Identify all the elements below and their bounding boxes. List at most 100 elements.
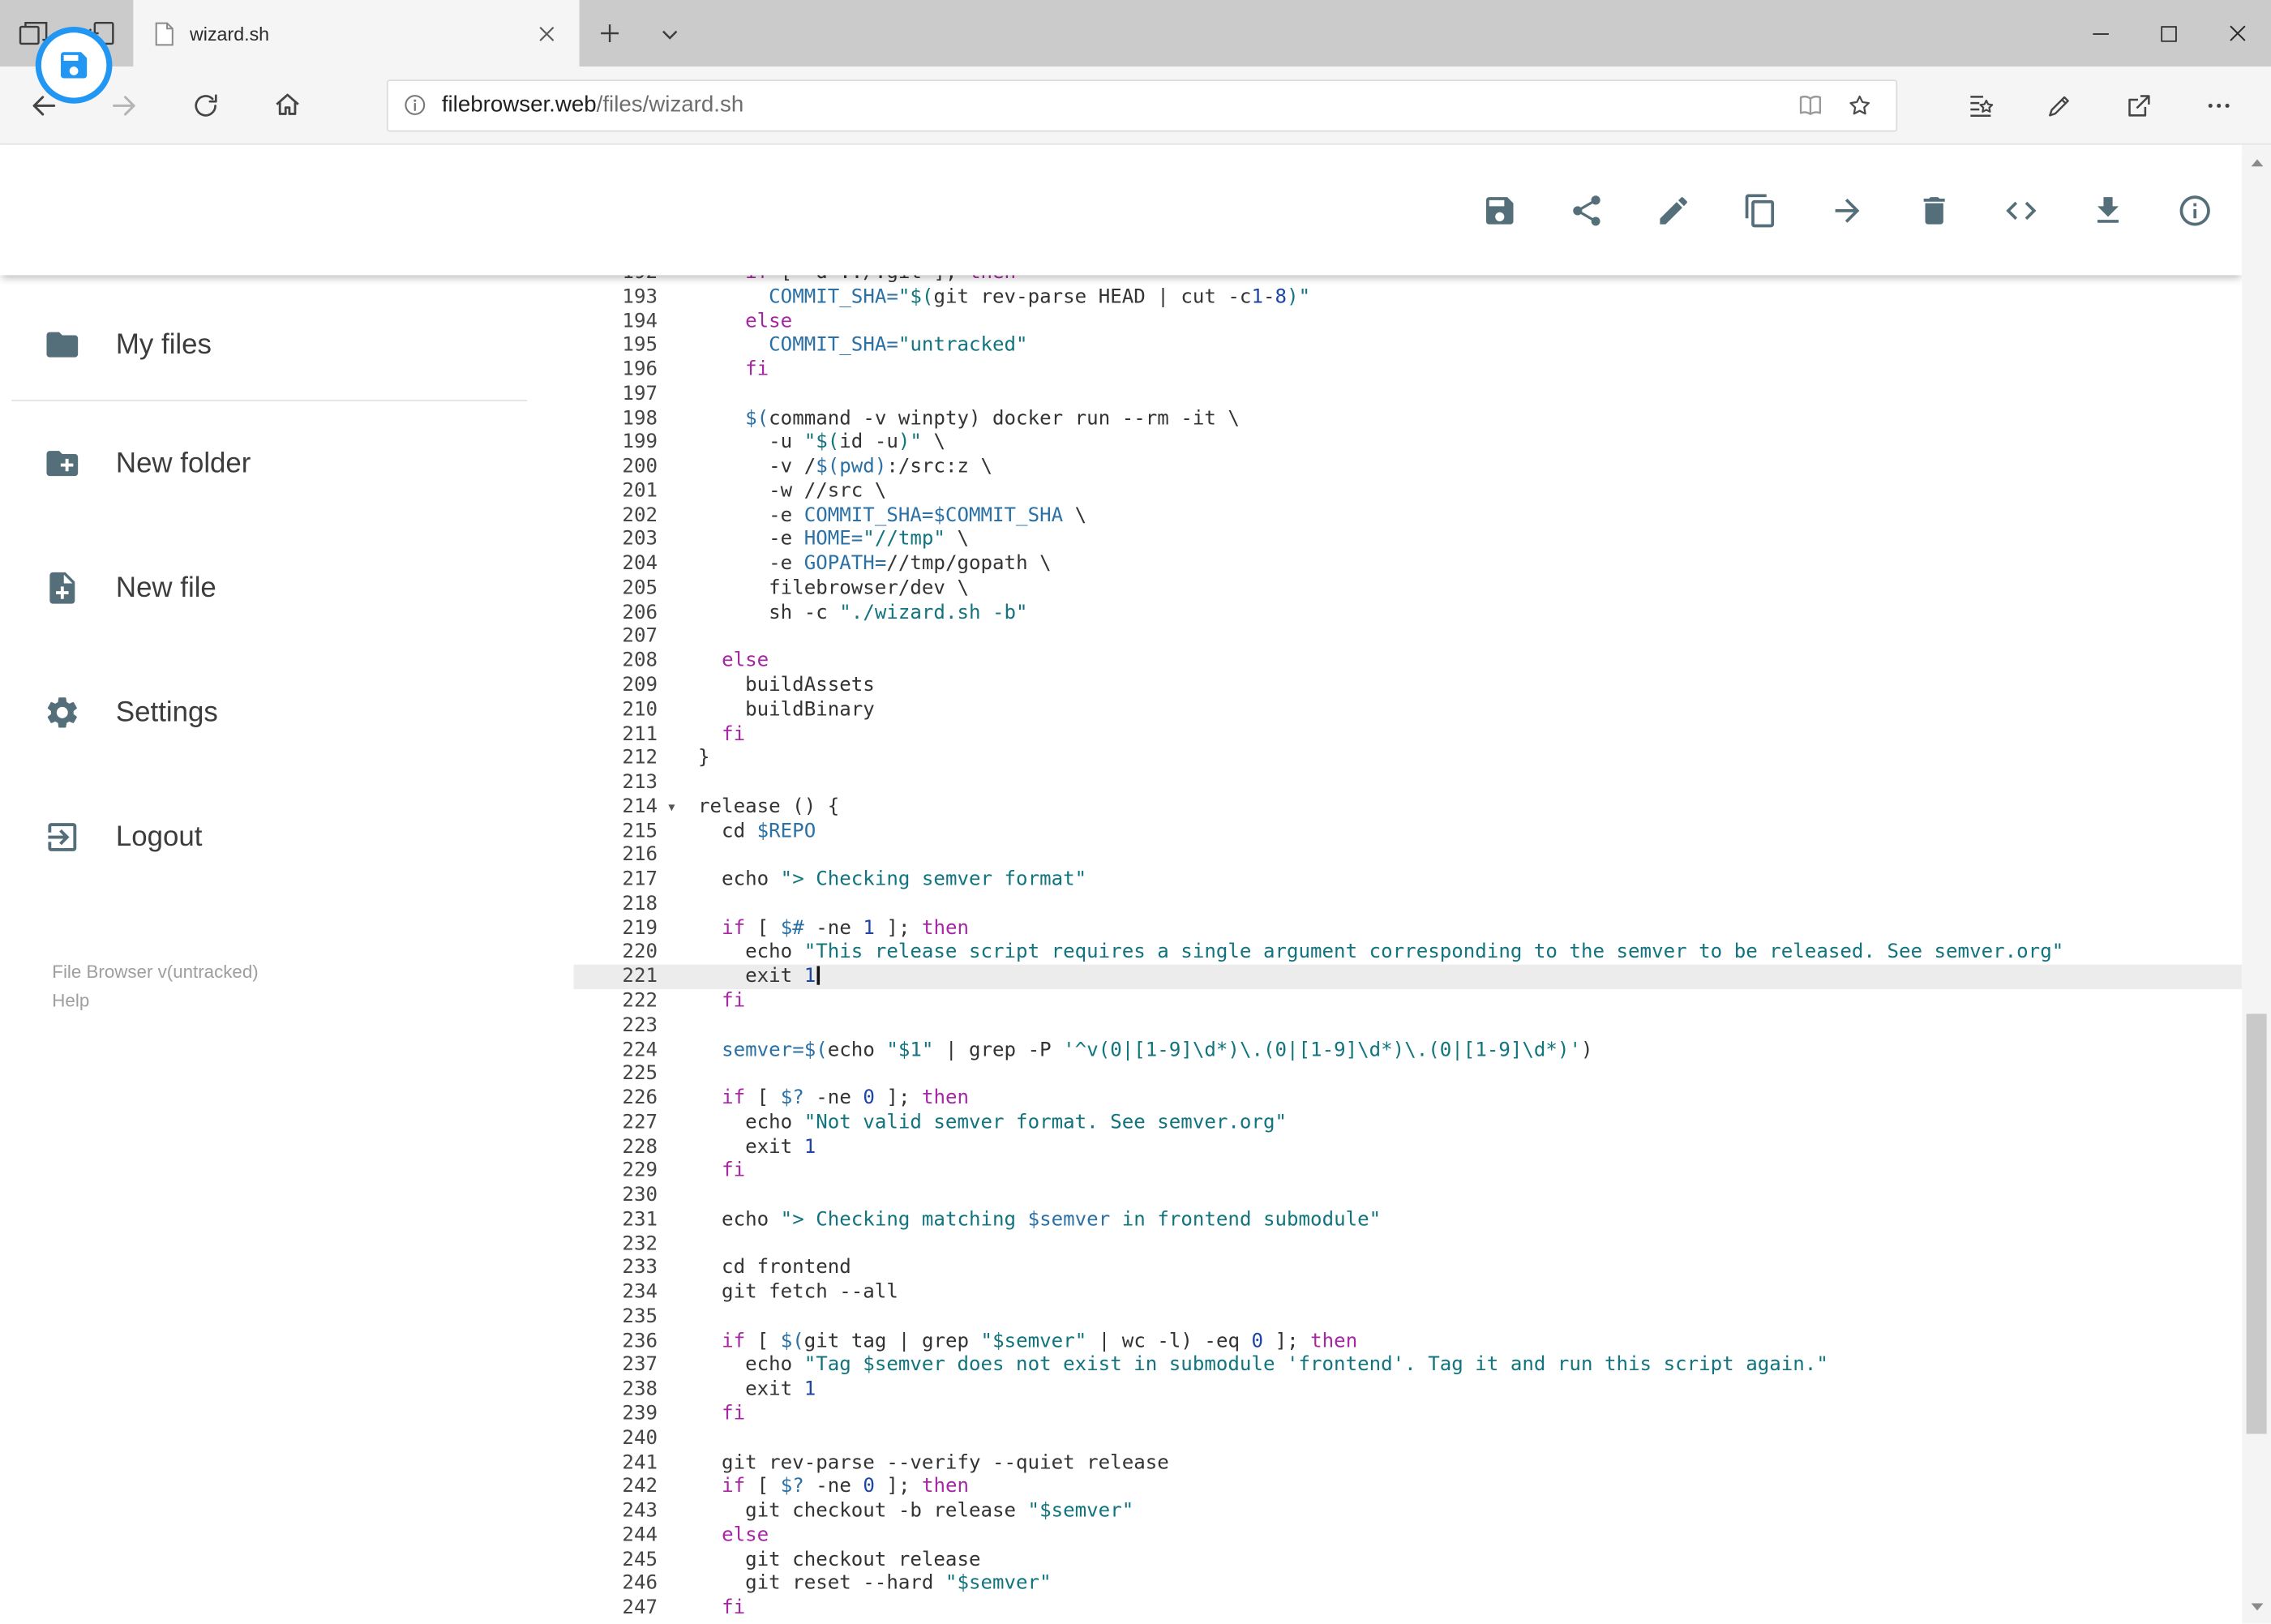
- line-number[interactable]: 202: [573, 503, 678, 528]
- code-line[interactable]: 227 echo "Not valid semver format. See s…: [573, 1111, 2242, 1135]
- code-line[interactable]: 198 $(command -v winpty) docker run --rm…: [573, 406, 2242, 431]
- sidebar-item-new-file[interactable]: New file: [0, 525, 539, 650]
- line-number[interactable]: 222: [573, 989, 678, 1013]
- sidebar-item-logout[interactable]: Logout: [0, 775, 539, 900]
- code-line[interactable]: 220 echo "This release script requires a…: [573, 941, 2242, 965]
- code-line[interactable]: 213: [573, 770, 2242, 795]
- code-line[interactable]: 201 -w //src \: [573, 479, 2242, 503]
- code-line[interactable]: 203 -e HOME="//tmp" \: [573, 528, 2242, 552]
- new-tab-button[interactable]: [580, 0, 641, 66]
- line-number[interactable]: 196: [573, 358, 678, 382]
- copy-button[interactable]: [1741, 191, 1778, 229]
- info-button[interactable]: [2175, 191, 2213, 229]
- code-line[interactable]: 239 fi: [573, 1402, 2242, 1426]
- hub-button[interactable]: [1951, 76, 2008, 134]
- code-line[interactable]: 224 semver=$(echo "$1" | grep -P '^v(0|[…: [573, 1038, 2242, 1062]
- line-number[interactable]: 218: [573, 892, 678, 916]
- line-number[interactable]: 234: [573, 1280, 678, 1305]
- line-number[interactable]: 193: [573, 285, 678, 309]
- help-link[interactable]: Help: [52, 987, 538, 1016]
- code-line[interactable]: 241 git rev-parse --verify --quiet relea…: [573, 1450, 2242, 1475]
- sidebar-item-my-files[interactable]: My files: [0, 289, 539, 400]
- code-line[interactable]: 207: [573, 625, 2242, 649]
- code-line[interactable]: 236 if [ $(git tag | grep "$semver" | wc…: [573, 1329, 2242, 1353]
- code-line[interactable]: 230: [573, 1184, 2242, 1208]
- code-line[interactable]: 192 if [ -d ../.git ]; then: [573, 275, 2242, 285]
- line-number[interactable]: 236: [573, 1329, 678, 1353]
- line-number[interactable]: 194: [573, 309, 678, 333]
- code-line[interactable]: 194 else: [573, 309, 2242, 333]
- line-number[interactable]: 229: [573, 1159, 678, 1184]
- line-number[interactable]: 233: [573, 1256, 678, 1280]
- close-button[interactable]: [2203, 0, 2271, 66]
- code-line[interactable]: 218: [573, 892, 2242, 916]
- line-number[interactable]: 243: [573, 1499, 678, 1523]
- minimize-button[interactable]: [2067, 0, 2135, 66]
- code-line[interactable]: 210 buildBinary: [573, 698, 2242, 722]
- code-line[interactable]: 237 echo "Tag $semver does not exist in …: [573, 1353, 2242, 1378]
- code-line[interactable]: 212}: [573, 747, 2242, 771]
- code-line[interactable]: 206 sh -c "./wizard.sh -b": [573, 601, 2242, 625]
- code-line[interactable]: 222 fi: [573, 989, 2242, 1013]
- scrollbar-up-arrow[interactable]: [2242, 148, 2271, 177]
- line-number[interactable]: 227: [573, 1111, 678, 1135]
- line-number[interactable]: 208: [573, 649, 678, 674]
- line-number[interactable]: 225: [573, 1062, 678, 1086]
- code-line[interactable]: 208 else: [573, 649, 2242, 674]
- scrollbar-down-arrow[interactable]: [2242, 1592, 2271, 1621]
- code-line[interactable]: 217 echo "> Checking semver format": [573, 868, 2242, 892]
- code-line[interactable]: 204 -e GOPATH=//tmp/gopath \: [573, 552, 2242, 576]
- line-number[interactable]: 241: [573, 1450, 678, 1475]
- line-number[interactable]: 224: [573, 1038, 678, 1062]
- line-number[interactable]: 226: [573, 1086, 678, 1111]
- address-bar[interactable]: filebrowser.web/files/wizard.sh: [386, 79, 1898, 131]
- code-line[interactable]: 245 git checkout release: [573, 1548, 2242, 1572]
- tab-list-chevron-icon[interactable]: [641, 0, 698, 66]
- code-line[interactable]: 228 exit 1: [573, 1135, 2242, 1159]
- line-number[interactable]: 219: [573, 916, 678, 941]
- code-line[interactable]: 226 if [ $? -ne 0 ]; then: [573, 1086, 2242, 1111]
- maximize-button[interactable]: [2135, 0, 2203, 66]
- line-number[interactable]: 242: [573, 1475, 678, 1499]
- line-number[interactable]: 223: [573, 1013, 678, 1038]
- line-number[interactable]: 246: [573, 1572, 678, 1596]
- line-number[interactable]: 212: [573, 747, 678, 771]
- line-number[interactable]: 201: [573, 479, 678, 503]
- line-number[interactable]: 204: [573, 552, 678, 576]
- line-number[interactable]: 230: [573, 1184, 678, 1208]
- code-line[interactable]: 199 -u "$(id -u)" \: [573, 431, 2242, 455]
- line-number[interactable]: 215: [573, 819, 678, 843]
- code-line[interactable]: 238 exit 1: [573, 1378, 2242, 1402]
- code-line[interactable]: 196 fi: [573, 358, 2242, 382]
- line-number[interactable]: 216: [573, 843, 678, 868]
- scrollbar-thumb[interactable]: [2246, 1013, 2267, 1434]
- info-badge-icon[interactable]: [403, 92, 427, 117]
- line-number[interactable]: 217: [573, 868, 678, 892]
- page-scrollbar[interactable]: [2242, 144, 2271, 1624]
- line-number[interactable]: 247: [573, 1596, 678, 1621]
- code-line[interactable]: 197: [573, 382, 2242, 406]
- line-number[interactable]: 221: [573, 965, 678, 989]
- line-number[interactable]: 203: [573, 528, 678, 552]
- line-number[interactable]: 210: [573, 698, 678, 722]
- code-line[interactable]: 211 fi: [573, 722, 2242, 747]
- line-number[interactable]: 197: [573, 382, 678, 406]
- edit-button[interactable]: [1654, 191, 1691, 229]
- share-button[interactable]: [1567, 191, 1605, 229]
- line-number[interactable]: 237: [573, 1353, 678, 1378]
- line-number[interactable]: 228: [573, 1135, 678, 1159]
- settings-menu-button[interactable]: [2190, 76, 2247, 134]
- code-line[interactable]: 240: [573, 1426, 2242, 1450]
- share-page-button[interactable]: [2110, 76, 2168, 134]
- refresh-button[interactable]: [177, 76, 234, 134]
- line-number[interactable]: 232: [573, 1232, 678, 1257]
- code-line[interactable]: 229 fi: [573, 1159, 2242, 1184]
- line-number[interactable]: 239: [573, 1402, 678, 1426]
- delete-button[interactable]: [1915, 191, 1952, 229]
- line-number[interactable]: 235: [573, 1305, 678, 1329]
- code-line[interactable]: 215 cd $REPO: [573, 819, 2242, 843]
- save-button[interactable]: [1480, 191, 1518, 229]
- code-line[interactable]: 242 if [ $? -ne 0 ]; then: [573, 1475, 2242, 1499]
- code-line[interactable]: 193 COMMIT_SHA="$(git rev-parse HEAD | c…: [573, 285, 2242, 309]
- code-button[interactable]: [2002, 191, 2039, 229]
